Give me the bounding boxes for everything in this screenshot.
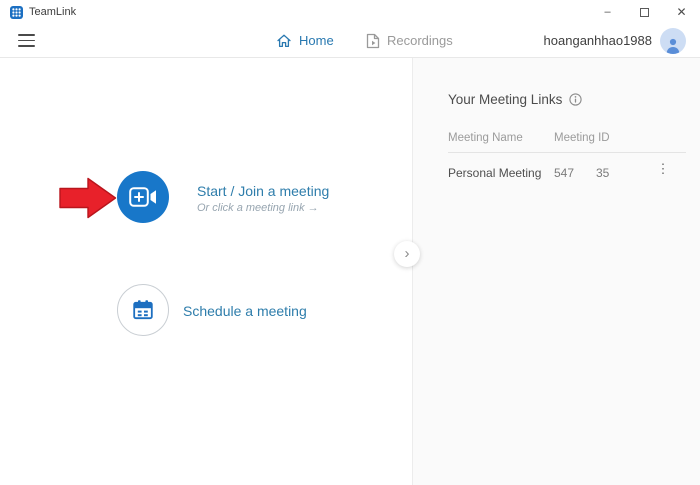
- panel-collapse-button[interactable]: ›: [394, 241, 420, 267]
- meeting-links-title: Your Meeting Links: [448, 92, 562, 107]
- titlebar: TeamLink – ✕: [0, 0, 700, 24]
- column-header-meeting-id: Meeting ID: [554, 132, 610, 144]
- schedule-meeting-button[interactable]: [117, 284, 169, 336]
- start-join-meeting-button[interactable]: [117, 171, 169, 223]
- column-header-meeting-name: Meeting Name: [448, 132, 523, 144]
- close-button[interactable]: ✕: [663, 0, 700, 24]
- red-arrow-pointer: [59, 177, 117, 219]
- start-join-title: Start / Join a meeting: [197, 183, 329, 199]
- person-icon: [664, 36, 682, 54]
- start-join-subtitle: Or click a meeting link →: [197, 202, 329, 214]
- maximize-icon: [640, 8, 649, 17]
- app-title: TeamLink: [29, 6, 76, 18]
- hamburger-menu-icon[interactable]: [18, 34, 35, 47]
- meeting-row-name: Personal Meeting: [448, 166, 541, 180]
- main-content: Start / Join a meeting Or click a meetin…: [0, 58, 700, 485]
- window-controls: – ✕: [589, 0, 700, 24]
- video-camera-plus-icon: [129, 187, 157, 207]
- teamlink-logo-icon: [10, 6, 23, 19]
- tab-recordings-label: Recordings: [387, 33, 453, 48]
- home-icon: [276, 33, 292, 49]
- tab-home-label: Home: [299, 33, 334, 48]
- tab-home[interactable]: Home: [276, 24, 334, 57]
- username[interactable]: hoanganhhao1988: [544, 24, 652, 57]
- kebab-icon: ⋮: [657, 161, 670, 176]
- recordings-icon: [366, 33, 380, 49]
- table-divider: [448, 152, 686, 153]
- avatar[interactable]: [660, 28, 686, 54]
- tab-recordings[interactable]: Recordings: [366, 24, 453, 57]
- schedule-meeting-label[interactable]: Schedule a meeting: [183, 303, 307, 319]
- nav-bar: Home Recordings hoanganhhao1988: [0, 24, 700, 58]
- meeting-links-panel: Your Meeting Links Meeting Name Meeting …: [412, 58, 700, 485]
- chevron-right-icon: ›: [405, 246, 410, 261]
- meeting-row-kebab-menu[interactable]: ⋮: [655, 161, 671, 183]
- maximize-button[interactable]: [626, 0, 663, 24]
- meeting-row-id-first: 547: [554, 166, 574, 180]
- minimize-button[interactable]: –: [589, 0, 626, 24]
- meeting-row-id-last: 35: [596, 166, 609, 180]
- info-icon[interactable]: [569, 93, 582, 106]
- start-join-text-block[interactable]: Start / Join a meeting Or click a meetin…: [197, 183, 329, 214]
- calendar-icon: [131, 298, 155, 322]
